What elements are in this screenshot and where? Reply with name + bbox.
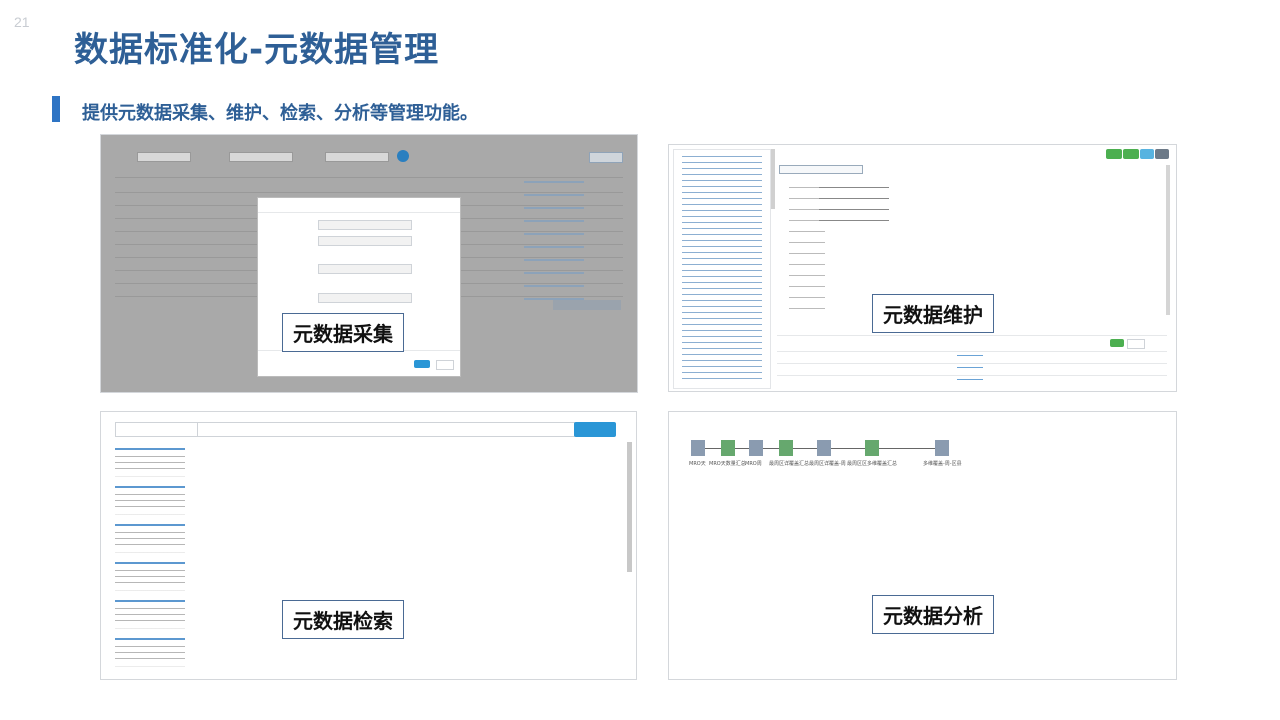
lineage-node-label: MRO天数量汇总 bbox=[709, 461, 746, 467]
page-number: 21 bbox=[14, 14, 30, 30]
maintain-delete-button bbox=[1123, 149, 1139, 159]
maintain-edit-icon bbox=[1140, 149, 1154, 159]
lineage-node-label: MRO天 bbox=[689, 461, 706, 467]
maintain-label: 元数据维护 bbox=[872, 294, 994, 333]
analyze-label: 元数据分析 bbox=[872, 595, 994, 634]
lineage-node-label: 多维覆盖-周-区县 bbox=[923, 461, 962, 467]
search-screenshot bbox=[100, 411, 637, 680]
search-submit-button bbox=[574, 422, 616, 437]
lineage-node-table-icon bbox=[749, 440, 763, 456]
search-scope-select bbox=[115, 422, 199, 437]
lineage-node-label: 最周区区多维覆盖汇总 bbox=[847, 461, 898, 467]
collect-search-icon bbox=[397, 150, 409, 162]
search-keyword-input bbox=[197, 422, 575, 437]
maintain-tree bbox=[673, 149, 771, 389]
maintain-add-button bbox=[1106, 149, 1122, 159]
lineage-node-table-icon bbox=[935, 440, 949, 456]
analyze-screenshot: MRO天 MRO天数量汇总 MRO周 最周区详覆盖汇总 最周区详覆盖-周 最周区… bbox=[668, 411, 1177, 680]
lineage-node-job-icon bbox=[865, 440, 879, 456]
collect-label: 元数据采集 bbox=[282, 313, 404, 352]
subtitle-accent-bar bbox=[52, 96, 60, 122]
lineage-node-table-icon bbox=[817, 440, 831, 456]
collect-search-input bbox=[137, 152, 191, 162]
search-label: 元数据检索 bbox=[282, 600, 404, 639]
lineage-node-label: 最周区详覆盖-周 bbox=[809, 461, 846, 467]
lineage-node-job-icon bbox=[779, 440, 793, 456]
collect-modal-cancel-button bbox=[436, 360, 454, 370]
lineage-node-table-icon bbox=[691, 440, 705, 456]
maintain-screenshot bbox=[668, 144, 1177, 392]
slide-title: 数据标准化-元数据管理 bbox=[74, 30, 440, 70]
slide-subtitle: 提供元数据采集、维护、检索、分析等管理功能。 bbox=[82, 103, 478, 124]
lineage-node-label: 最周区详覆盖汇总 bbox=[769, 461, 810, 467]
collect-modal-confirm-button bbox=[414, 360, 430, 368]
collect-type-select bbox=[229, 152, 293, 162]
maintain-save-icon bbox=[1155, 149, 1169, 159]
collect-status-select bbox=[325, 152, 389, 162]
collect-add-button bbox=[589, 152, 623, 163]
collect-screenshot bbox=[100, 134, 638, 393]
lineage-node-label: MRO周 bbox=[745, 461, 762, 467]
lineage-node-job-icon bbox=[721, 440, 735, 456]
search-scrollbar bbox=[627, 442, 632, 572]
